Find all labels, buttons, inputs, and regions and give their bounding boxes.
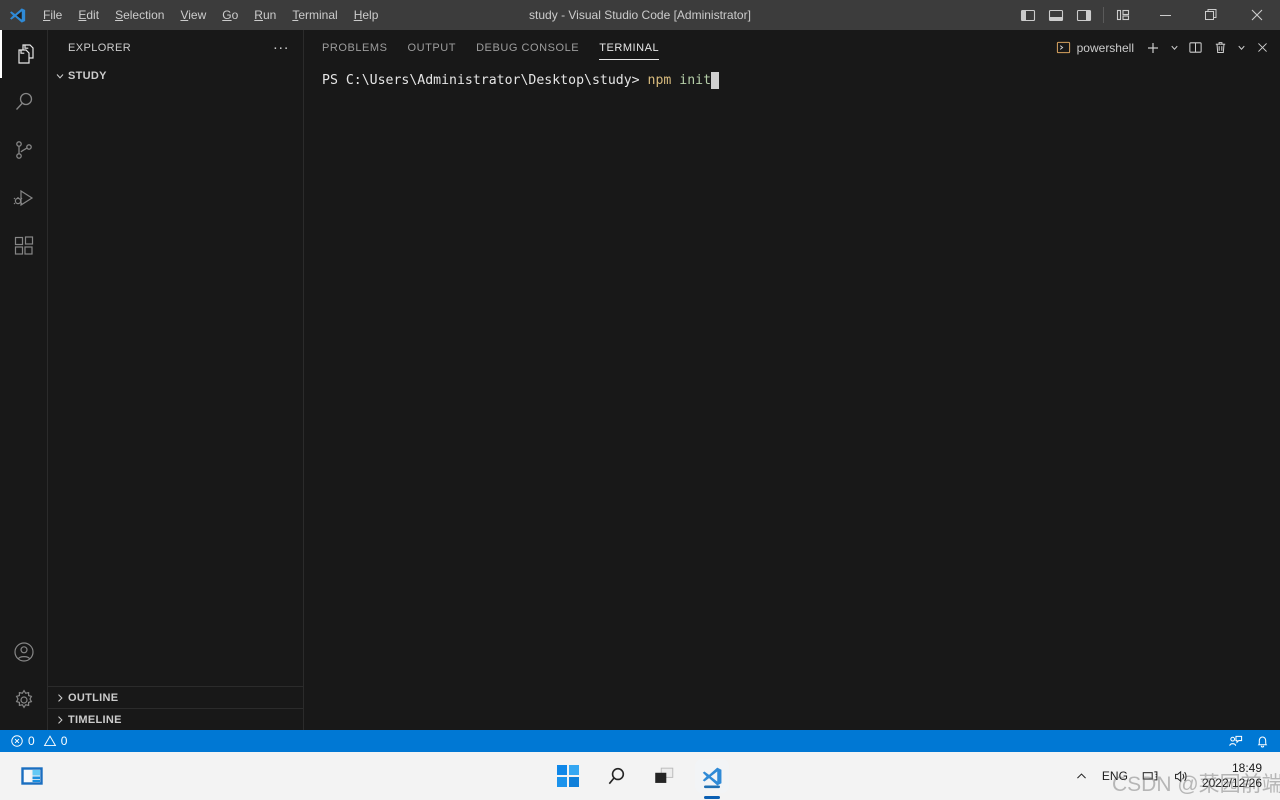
tab-debug-console[interactable]: DEBUG CONSOLE: [466, 30, 589, 65]
menu-bar: File Edit Selection View Go Run Terminal…: [35, 0, 386, 30]
toggle-panel-icon[interactable]: [1043, 2, 1069, 28]
customize-layout-icon[interactable]: [1110, 2, 1136, 28]
terminal-prompt: PS C:\Users\Administrator\Desktop\study>: [322, 73, 648, 88]
bell-icon[interactable]: [1249, 730, 1276, 752]
sidebar-header: EXPLORER ···: [48, 30, 303, 65]
toggle-primary-sidebar-icon[interactable]: [1015, 2, 1041, 28]
panel-tab-bar: PROBLEMS OUTPUT DEBUG CONSOLE TERMINAL p…: [304, 30, 1280, 65]
terminal-icon: [1056, 40, 1071, 55]
start-button[interactable]: [546, 756, 590, 796]
terminal-profile-dropdown-button[interactable]: [1166, 36, 1182, 60]
menu-item-edit[interactable]: Edit: [70, 4, 107, 26]
sidebar-section-label: STUDY: [68, 70, 107, 82]
menu-item-view[interactable]: View: [172, 4, 214, 26]
chevron-right-icon: [52, 712, 68, 728]
panel-actions: powershell: [1050, 30, 1280, 65]
panel: PROBLEMS OUTPUT DEBUG CONSOLE TERMINAL p…: [304, 30, 1280, 730]
status-problems[interactable]: 0 0: [4, 730, 73, 752]
sidebar-section-label: OUTLINE: [68, 691, 119, 704]
title-bar-right: [1015, 0, 1280, 30]
terminal-output[interactable]: PS C:\Users\Administrator\Desktop\study>…: [304, 65, 1280, 730]
windows-taskbar: ENG 18:49 2022/12/26: [0, 752, 1280, 800]
tab-terminal[interactable]: TERMINAL: [589, 30, 669, 65]
activity-item-run-debug[interactable]: [0, 174, 48, 222]
warning-count: 0: [60, 734, 68, 748]
layout-controls: [1015, 2, 1142, 28]
split-terminal-button[interactable]: [1183, 36, 1207, 60]
sidebar-more-actions-icon[interactable]: ···: [267, 40, 295, 55]
terminal-tab-powershell[interactable]: powershell: [1050, 40, 1140, 55]
sidebar-section-outline[interactable]: OUTLINE: [48, 686, 303, 708]
explorer-tree: STUDY: [48, 65, 303, 686]
title-bar-divider: [1103, 7, 1104, 23]
vscode-window: File Edit Selection View Go Run Terminal…: [0, 0, 1280, 800]
sidebar-section-study[interactable]: STUDY: [48, 65, 303, 87]
chevron-right-icon: [52, 690, 68, 706]
maximize-button[interactable]: [1188, 0, 1234, 30]
warning-icon: [43, 734, 57, 748]
toggle-secondary-sidebar-icon[interactable]: [1071, 2, 1097, 28]
new-terminal-button[interactable]: [1141, 36, 1165, 60]
menu-item-help[interactable]: Help: [346, 4, 387, 26]
status-bar: 0 0: [0, 730, 1280, 752]
feedback-icon[interactable]: [1222, 730, 1249, 752]
vscode-logo-icon: [0, 7, 35, 24]
source-control-icon: [12, 138, 36, 162]
sidebar-section-label: TIMELINE: [68, 713, 122, 726]
terminal-cursor: [711, 72, 720, 89]
title-bar: File Edit Selection View Go Run Terminal…: [0, 0, 1280, 30]
menu-item-terminal[interactable]: Terminal: [284, 4, 345, 26]
terminal-name-label: powershell: [1076, 40, 1134, 55]
terminal-command: npm: [647, 73, 672, 88]
activity-item-explorer[interactable]: [0, 30, 48, 78]
search-button[interactable]: [594, 756, 638, 796]
close-button[interactable]: [1234, 0, 1280, 30]
error-count: 0: [28, 734, 35, 748]
vscode-taskbar-button[interactable]: [690, 756, 734, 796]
task-view-button[interactable]: [642, 756, 686, 796]
error-icon: [10, 734, 24, 748]
activity-item-source-control[interactable]: [0, 126, 48, 174]
activity-item-settings[interactable]: [0, 676, 48, 724]
activity-item-extensions[interactable]: [0, 222, 48, 270]
activity-item-accounts[interactable]: [0, 628, 48, 676]
tab-output[interactable]: OUTPUT: [398, 30, 467, 65]
menu-item-run[interactable]: Run: [246, 4, 284, 26]
primary-sidebar: EXPLORER ··· STUDY OUTLINE TIMELINE: [48, 30, 304, 730]
menu-item-go[interactable]: Go: [214, 4, 246, 26]
gear-icon: [12, 688, 36, 712]
taskbar-center: [0, 756, 1280, 796]
extensions-icon: [12, 234, 36, 258]
menu-item-file[interactable]: File: [35, 4, 70, 26]
run-and-debug-icon: [12, 186, 36, 210]
account-icon: [12, 640, 36, 664]
minimize-button[interactable]: [1142, 0, 1188, 30]
files-icon: [12, 42, 36, 66]
sidebar-section-timeline[interactable]: TIMELINE: [48, 708, 303, 730]
close-panel-button[interactable]: [1250, 36, 1274, 60]
terminal-command-args: init: [671, 73, 712, 88]
search-icon: [12, 90, 36, 114]
sidebar-bottom-sections: OUTLINE TIMELINE: [48, 686, 303, 730]
terminal-line: PS C:\Users\Administrator\Desktop\study>…: [322, 71, 1280, 90]
tab-problems[interactable]: PROBLEMS: [312, 30, 398, 65]
kill-terminal-button[interactable]: [1208, 36, 1232, 60]
sidebar-title: EXPLORER: [68, 41, 132, 54]
workbench: EXPLORER ··· STUDY OUTLINE TIMELINE PROB…: [0, 30, 1280, 730]
chevron-down-icon: [52, 68, 68, 84]
panel-views-button[interactable]: [1233, 36, 1249, 60]
status-bar-right: [1222, 730, 1276, 752]
activity-item-search[interactable]: [0, 78, 48, 126]
menu-item-selection[interactable]: Selection: [107, 4, 172, 26]
activity-bar: [0, 30, 48, 730]
